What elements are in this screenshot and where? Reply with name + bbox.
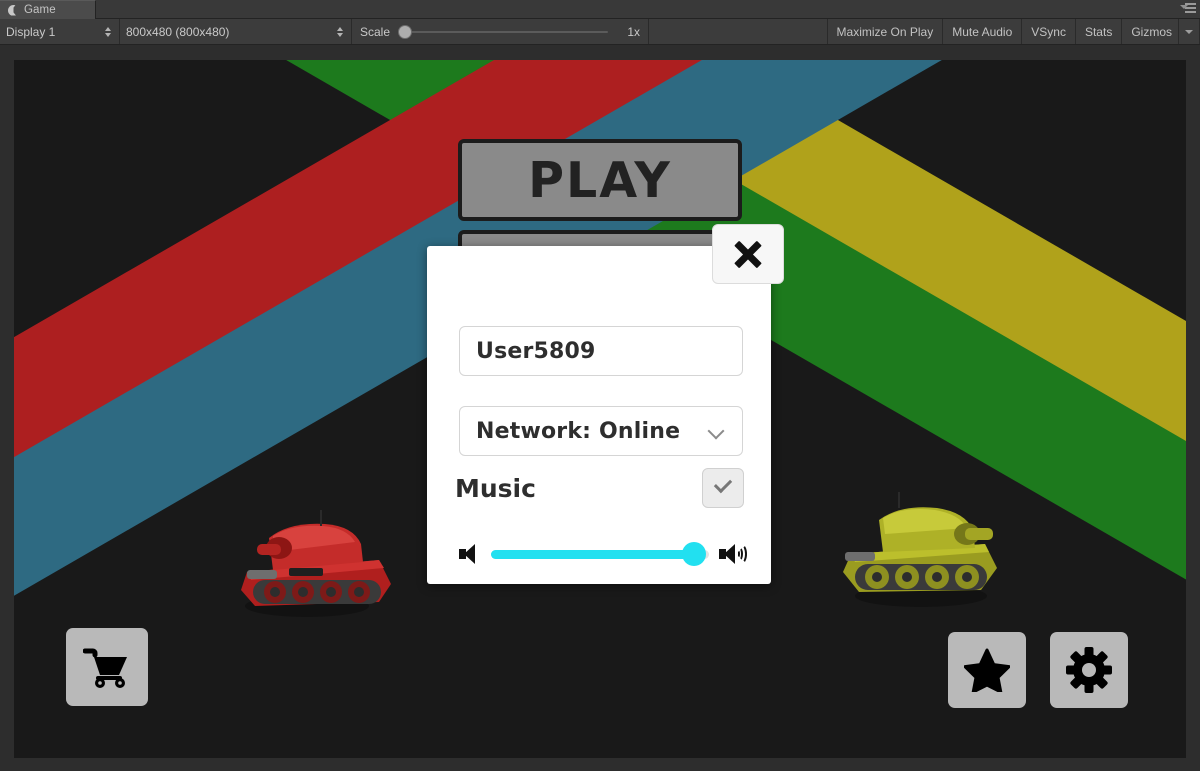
volume-row (457, 536, 747, 572)
shop-button[interactable] (66, 628, 148, 706)
music-checkbox[interactable] (702, 468, 744, 508)
chevron-down-icon (708, 423, 724, 439)
play-button-label: PLAY (528, 151, 672, 209)
scale-value: 1x (627, 24, 641, 39)
display-dropdown-value: Display 1 (6, 24, 56, 39)
scale-slider-track (398, 30, 609, 33)
resolution-dropdown[interactable]: 800x480 (800x480) (120, 19, 352, 44)
settings-dialog: User5809 Network: Online Music (427, 224, 784, 584)
close-icon (730, 236, 766, 272)
volume-slider-fill (491, 550, 694, 559)
options-menu-icon[interactable] (1180, 3, 1196, 16)
vsync-button[interactable]: VSync (1022, 19, 1076, 44)
tab-game-label: Game (24, 4, 56, 16)
game-view: PLAY User5809 Network: Online Music (14, 60, 1186, 758)
volume-slider-handle[interactable] (681, 542, 706, 566)
updown-arrows-icon (104, 26, 113, 38)
stats-button[interactable]: Stats (1076, 19, 1123, 44)
play-button[interactable]: PLAY (458, 139, 742, 221)
gizmos-button[interactable]: Gizmos (1122, 19, 1179, 44)
tab-game[interactable]: Game (0, 0, 96, 19)
speaker-low-icon[interactable] (457, 542, 483, 566)
music-label: Music (455, 474, 536, 503)
red-tank (241, 510, 391, 617)
display-dropdown[interactable]: Display 1 (0, 19, 120, 44)
volume-slider[interactable] (491, 542, 709, 566)
mute-audio-button[interactable]: Mute Audio (943, 19, 1023, 44)
scale-control: Scale 1x (352, 19, 650, 44)
scale-slider-handle[interactable] (398, 24, 413, 39)
game-view-toolbar: Display 1 800x480 (800x480) Scale 1x Max… (0, 19, 1200, 45)
username-input[interactable]: User5809 (459, 326, 743, 376)
yellow-tank (843, 492, 997, 607)
username-value: User5809 (476, 338, 596, 364)
network-value: Network: Online (476, 418, 681, 444)
resolution-dropdown-value: 800x480 (800x480) (126, 24, 230, 39)
favorites-button[interactable] (948, 632, 1026, 708)
scale-label: Scale (360, 24, 391, 39)
settings-button[interactable] (1050, 632, 1128, 708)
game-canvas: PLAY User5809 Network: Online Music (14, 60, 1186, 758)
gear-icon (1066, 647, 1112, 693)
scale-slider[interactable] (398, 24, 609, 39)
close-button[interactable] (712, 224, 784, 284)
updown-arrows-icon (336, 26, 345, 38)
chevron-down-icon[interactable] (1179, 19, 1200, 44)
unity-icon (8, 5, 19, 16)
tab-bar: Game (0, 0, 1200, 19)
unity-editor-window: Game Display 1 800x480 (800x480) Scale 1… (0, 0, 1200, 771)
speaker-high-icon[interactable] (717, 542, 747, 566)
network-dropdown[interactable]: Network: Online (459, 406, 743, 456)
checkmark-icon (711, 476, 735, 500)
toolbar-spacer (649, 19, 828, 44)
shopping-cart-icon (83, 648, 127, 688)
star-icon (964, 648, 1010, 692)
maximize-on-play-button[interactable]: Maximize On Play (828, 19, 944, 44)
